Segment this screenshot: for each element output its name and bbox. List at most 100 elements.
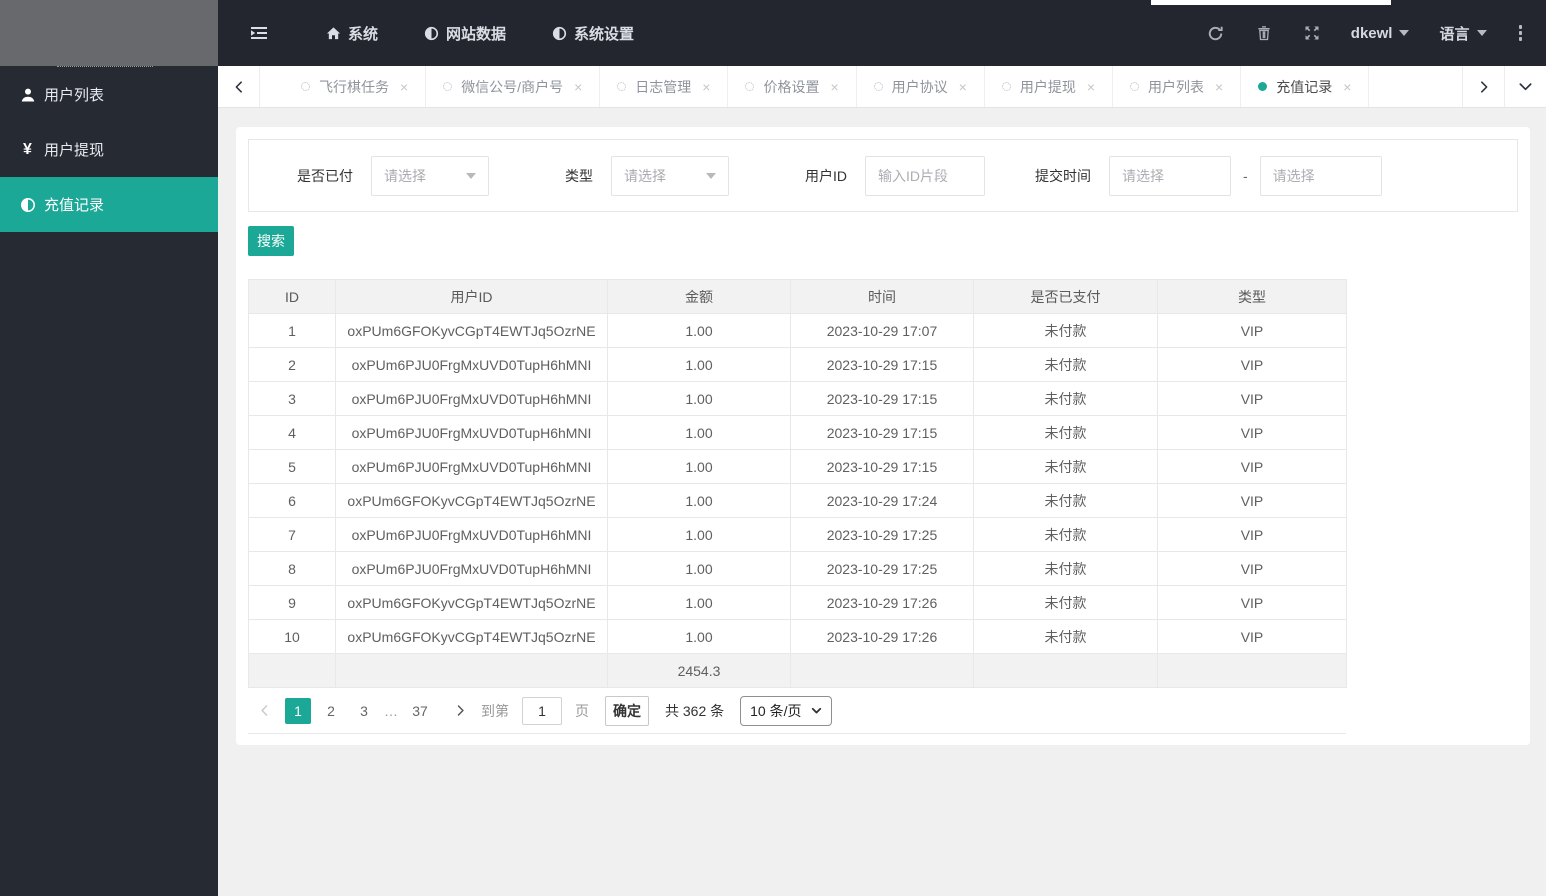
cell-amount: 1.00 <box>607 381 791 416</box>
logo-caption-underline <box>57 66 153 67</box>
col-header-paid: 是否已支付 <box>973 279 1158 314</box>
table-row: 6 oxPUm6GFOKyvCGpT4EWTJq5OzrNE 1.00 2023-10… <box>248 483 1347 518</box>
close-icon[interactable]: × <box>959 80 967 94</box>
trash-icon[interactable] <box>1255 24 1273 42</box>
tab-dot-icon <box>617 82 627 91</box>
pagination-bar: 1 2 3 … 37 到第 页 确定 共 362 条 10 条/页 <box>248 688 1346 734</box>
sidebar-item-user-list[interactable]: 用户列表 <box>0 67 218 122</box>
tab-label: 充值记录 <box>1276 78 1333 95</box>
cell-userid: oxPUm6PJU0FrgMxUVD0TupH6hMNI <box>335 517 608 552</box>
page-button-2[interactable]: 2 <box>318 698 344 724</box>
cell-id: 7 <box>248 517 336 552</box>
total-empty-cell <box>973 653 1158 688</box>
tabs-scroll-left-icon[interactable] <box>218 66 260 107</box>
close-icon[interactable]: × <box>1343 80 1351 94</box>
tab-dot-icon <box>1001 82 1011 91</box>
page-button-1[interactable]: 1 <box>285 697 311 724</box>
sidebar-toggle-icon[interactable] <box>248 22 270 44</box>
yen-icon: ¥ <box>23 140 32 158</box>
filter-time-group: 提交时间 - <box>1035 155 1382 196</box>
close-icon[interactable]: × <box>1215 80 1223 94</box>
tab-user-agreement[interactable]: 用户协议 × <box>857 66 985 107</box>
home-icon <box>326 26 341 41</box>
tab-recharge-records[interactable]: 充值记录 × <box>1241 66 1370 107</box>
tab-user-list[interactable]: 用户列表 × <box>1113 66 1242 107</box>
tab-log-management[interactable]: 日志管理 × <box>600 66 729 107</box>
user-dropdown[interactable]: dkewl <box>1351 25 1410 42</box>
select-value: 请选择 <box>624 167 666 184</box>
close-icon[interactable]: × <box>1087 80 1095 94</box>
tab-flight-chess-task[interactable]: 飞行棋任务 × <box>284 66 427 107</box>
total-row: 2454.3 <box>248 653 1347 688</box>
cell-id: 9 <box>248 585 336 620</box>
cell-paid: 未付款 <box>973 313 1158 348</box>
navbar-menu: 系统 网站数据 系统设置 <box>326 23 634 44</box>
table-header-row: ID 用户ID 金额 时间 是否已支付 类型 <box>248 279 1347 314</box>
sidebar-item-user-withdraw[interactable]: ¥ 用户提现 <box>0 122 218 177</box>
submit-time-end-input[interactable] <box>1259 155 1382 196</box>
nav-item-system-settings[interactable]: 系统设置 <box>552 23 634 44</box>
total-count-label: 共 362 条 <box>665 702 725 719</box>
cell-id: 4 <box>248 415 336 450</box>
user-id-input[interactable] <box>865 155 985 196</box>
close-icon[interactable]: × <box>400 80 408 94</box>
close-icon[interactable]: × <box>702 80 710 94</box>
submit-time-start-input[interactable] <box>1109 155 1231 196</box>
nav-item-site-data[interactable]: 网站数据 <box>424 23 506 44</box>
cell-userid: oxPUm6GFOKyvCGpT4EWTJq5OzrNE <box>335 619 608 654</box>
close-icon[interactable]: × <box>574 80 582 94</box>
language-dropdown[interactable]: 语言 <box>1439 23 1487 44</box>
filter-paid-label: 是否已付 <box>297 167 353 184</box>
col-header-id: ID <box>248 279 336 314</box>
refresh-icon[interactable] <box>1207 24 1225 42</box>
caret-down-icon <box>1399 30 1410 36</box>
sidebar-item-recharge-records[interactable]: 充值记录 <box>0 177 218 232</box>
cell-paid: 未付款 <box>973 381 1158 416</box>
search-button[interactable]: 搜索 <box>248 226 294 256</box>
language-label: 语言 <box>1439 25 1470 43</box>
type-select[interactable]: 请选择 <box>611 155 729 196</box>
nav-item-label: 系统设置 <box>574 25 635 43</box>
tab-label: 飞行棋任务 <box>319 78 389 95</box>
fullscreen-icon[interactable] <box>1303 24 1321 42</box>
username: dkewl <box>1350 24 1393 42</box>
cell-type: VIP <box>1157 585 1347 620</box>
close-icon[interactable]: × <box>830 80 838 94</box>
tab-wechat-account[interactable]: 微信公号/商户号 × <box>426 66 601 107</box>
prev-page-icon[interactable] <box>258 704 271 717</box>
tabs-scroll-right-icon[interactable] <box>1462 66 1504 107</box>
tabs-menu-chevron-down-icon[interactable] <box>1504 66 1546 107</box>
paid-status-select[interactable]: 请选择 <box>371 155 489 196</box>
page-size-value: 10 条/页 <box>750 702 802 719</box>
cell-type: VIP <box>1157 619 1347 654</box>
cell-amount: 1.00 <box>607 415 791 450</box>
cell-time: 2023-10-29 17:24 <box>790 483 974 518</box>
tab-user-withdraw[interactable]: 用户提现 × <box>985 66 1114 107</box>
cell-userid: oxPUm6PJU0FrgMxUVD0TupH6hMNI <box>335 449 608 484</box>
goto-page-input[interactable] <box>522 696 562 725</box>
app-root: 用户列表 ¥ 用户提现 充值记录 系统 网站数据 系统设置 dkewl 语言 飞… <box>0 0 1546 896</box>
page-size-select[interactable]: 10 条/页 <box>740 695 832 726</box>
cell-time: 2023-10-29 17:26 <box>790 585 974 620</box>
page-button-3[interactable]: 3 <box>351 698 377 724</box>
sidebar-menu: 用户列表 ¥ 用户提现 充值记录 <box>0 66 218 232</box>
adjust-icon <box>424 26 439 41</box>
filter-userid-group: 用户ID <box>805 155 985 196</box>
goto-confirm-button[interactable]: 确定 <box>605 695 649 726</box>
main-area: 系统 网站数据 系统设置 dkewl 语言 飞行棋任务 × 微信公号/商户号 ×… <box>218 0 1546 896</box>
more-options-icon[interactable] <box>1517 25 1525 41</box>
cell-amount: 1.00 <box>607 449 791 484</box>
page-button-37[interactable]: 37 <box>407 698 433 724</box>
date-range-separator: - <box>1243 167 1248 184</box>
adjust-icon <box>19 196 36 213</box>
cell-time: 2023-10-29 17:07 <box>790 313 974 348</box>
cell-userid: oxPUm6GFOKyvCGpT4EWTJq5OzrNE <box>335 483 608 518</box>
cell-id: 5 <box>248 449 336 484</box>
cell-userid: oxPUm6PJU0FrgMxUVD0TupH6hMNI <box>335 347 608 382</box>
cell-paid: 未付款 <box>973 517 1158 552</box>
tab-price-settings[interactable]: 价格设置 × <box>728 66 857 107</box>
next-page-icon[interactable] <box>454 704 467 717</box>
filter-time-label: 提交时间 <box>1035 167 1091 184</box>
total-amount: 2454.3 <box>607 653 791 688</box>
nav-item-system[interactable]: 系统 <box>326 23 378 44</box>
